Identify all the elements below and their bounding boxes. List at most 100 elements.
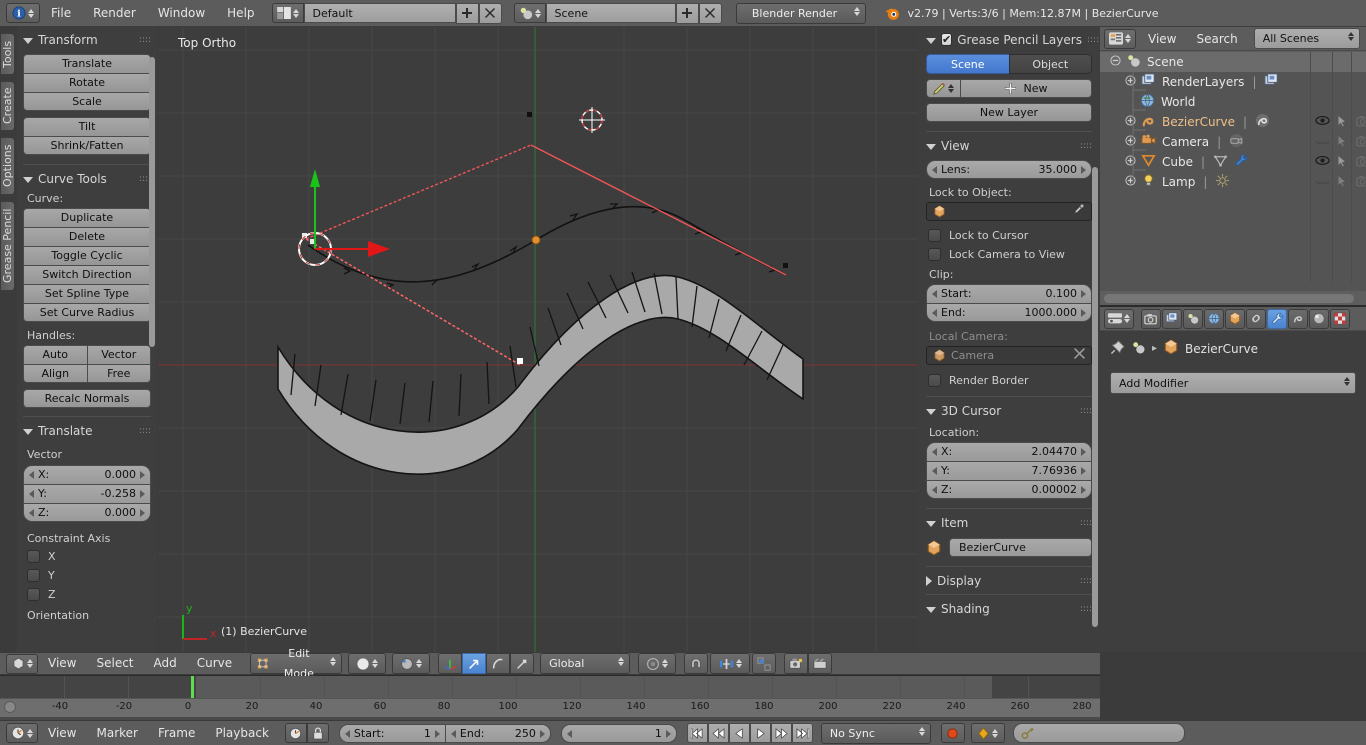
interaction-mode-selector[interactable]: Edit Mode [250, 647, 343, 680]
start-frame-field[interactable]: Start: 1 [338, 723, 445, 743]
gp-tab-object[interactable]: Object [1008, 54, 1092, 74]
panel-header-translate-operator[interactable]: Translate :::: [23, 422, 151, 439]
properties-tab-object[interactable] [1225, 308, 1245, 329]
add-screen-button[interactable] [455, 2, 479, 24]
translate-z-field[interactable]: Z: 0.000 [23, 503, 151, 522]
sync-mode-selector[interactable]: No Sync [820, 722, 931, 744]
handle-vector-button[interactable]: Vector [86, 345, 151, 364]
outliner-row-camera[interactable]: Camera | [1100, 132, 1366, 152]
restrict-view-cube[interactable] [1315, 154, 1330, 170]
cursor-y-field[interactable]: Y: 7.76936 [926, 461, 1092, 480]
cursor-x-field[interactable]: X: 2.04470 [926, 442, 1092, 461]
expand-icon[interactable] [1125, 75, 1136, 89]
timeline-menu-playback[interactable]: Playback [205, 722, 279, 745]
renderlayers-data-icon[interactable] [1264, 73, 1279, 91]
keyframe-type-selector[interactable] [970, 723, 1005, 743]
scene-icon[interactable] [513, 3, 546, 23]
set-spline-type-button[interactable]: Set Spline Type [23, 284, 151, 303]
expand-icon[interactable] [1125, 135, 1136, 149]
properties-tab-modifiers[interactable] [1267, 308, 1287, 329]
restrict-render-cube[interactable] [1356, 155, 1366, 170]
menu-help[interactable]: Help [216, 0, 265, 26]
recalc-normals-button[interactable]: Recalc Normals [23, 389, 151, 408]
outliner-row-beziercurve[interactable]: BezierCurve | [1100, 112, 1366, 132]
pencil-icon[interactable] [926, 79, 960, 98]
snap-target-icon[interactable] [752, 653, 777, 674]
3d-viewport[interactable]: y x Top Ortho (1) BezierCurve [158, 27, 918, 652]
screen-layout-icon[interactable] [271, 3, 304, 23]
scale-button[interactable]: Scale [23, 92, 151, 111]
collapse-icon[interactable] [1110, 55, 1121, 69]
expand-icon[interactable] [1125, 155, 1136, 169]
scale-manipulator-icon[interactable] [510, 653, 535, 674]
panel-header-3d-cursor[interactable]: 3D Cursor :::: [926, 402, 1092, 419]
editor-type-selector-properties[interactable] [1104, 308, 1134, 329]
editor-type-selector-info[interactable]: i [6, 3, 40, 23]
editor-type-selector-timeline[interactable] [6, 723, 38, 743]
editor-type-selector-3dview[interactable] [6, 653, 38, 674]
panel-header-view[interactable]: View :::: [926, 137, 1092, 154]
select-menu[interactable]: Select [86, 653, 143, 674]
cursor-z-field[interactable]: Z: 0.00002 [926, 480, 1092, 499]
render-engine-selector[interactable]: Blender Render [735, 2, 866, 24]
constraint-axis-z[interactable]: Z [27, 588, 151, 601]
properties-tab-render[interactable] [1141, 308, 1161, 329]
checkbox-icon[interactable] [27, 588, 40, 601]
outliner-row-scene[interactable]: Scene [1100, 52, 1366, 72]
translate-x-field[interactable]: X: 0.000 [23, 465, 151, 484]
constraint-axis-y[interactable]: Y [27, 569, 151, 582]
menu-file[interactable]: File [40, 0, 82, 26]
panel-header-display[interactable]: Display :::: [926, 572, 1092, 589]
panel-header-shading[interactable]: Shading :::: [926, 600, 1092, 617]
new-grease-pencil-button[interactable]: New [960, 79, 1092, 98]
current-frame-field[interactable]: 1 [560, 723, 677, 743]
jump-to-end-button[interactable] [791, 723, 813, 743]
lock-to-object-field[interactable] [926, 202, 1092, 221]
outliner-row-renderlayers[interactable]: RenderLayers | [1100, 72, 1366, 92]
checkbox-icon[interactable] [27, 569, 40, 582]
outliner-row-cube[interactable]: Cube | [1100, 152, 1366, 172]
set-curve-radius-button[interactable]: Set Curve Radius [23, 303, 151, 322]
restrict-view-lamp[interactable] [1315, 174, 1330, 190]
delete-screen-button[interactable] [478, 2, 502, 24]
rotate-button[interactable]: Rotate [23, 73, 151, 92]
render-animation-icon[interactable] [808, 653, 833, 674]
render-image-icon[interactable] [784, 653, 809, 674]
outliner-display-mode[interactable]: All Scenes [1253, 28, 1360, 49]
auto-key-icon[interactable] [284, 723, 307, 743]
duplicate-button[interactable]: Duplicate [23, 208, 151, 227]
n-panel-scrollbar[interactable] [1092, 167, 1098, 627]
timeline-scroll-handle[interactable] [4, 701, 16, 713]
panel-header-grease-pencil[interactable]: Grease Pencil Layers :::: [926, 31, 1099, 48]
properties-tab-scene[interactable] [1183, 308, 1203, 329]
expand-icon[interactable] [1125, 175, 1136, 189]
translate-manipulator-icon[interactable] [462, 653, 487, 674]
outliner-menu-view[interactable]: View [1140, 28, 1184, 50]
handle-align-button[interactable]: Align [23, 364, 87, 383]
handle-auto-button[interactable]: Auto [23, 345, 87, 364]
switch-direction-button[interactable]: Switch Direction [23, 265, 151, 284]
editor-type-selector-outliner[interactable] [1104, 28, 1136, 49]
restrict-select-beziercurve[interactable] [1337, 113, 1349, 131]
restrict-view-camera[interactable] [1315, 134, 1330, 150]
viewport-shading-selector[interactable] [348, 653, 387, 674]
restrict-select-camera[interactable] [1337, 133, 1349, 151]
outliner-horizontal-scrollbar[interactable] [1104, 294, 1354, 303]
timeline-menu-view[interactable]: View [38, 722, 86, 745]
breadcrumb-scene-icon[interactable] [1131, 340, 1146, 358]
view-menu[interactable]: View [38, 653, 86, 674]
next-keyframe-button[interactable] [770, 723, 792, 743]
item-name-field[interactable]: BezierCurve [949, 538, 1092, 557]
menu-window[interactable]: Window [147, 0, 216, 26]
toggle-cyclic-button[interactable]: Toggle Cyclic [23, 246, 151, 265]
timeline-ruler[interactable]: -40 -20 0 20 40 60 80 100 120 140 160 18… [0, 698, 1100, 717]
manipulator-toggle-icon[interactable] [438, 653, 463, 674]
restrict-render-camera[interactable] [1356, 135, 1366, 150]
play-reverse-button[interactable] [728, 723, 750, 743]
end-frame-field[interactable]: End: 250 [444, 723, 551, 743]
checkbox-icon[interactable] [27, 550, 40, 563]
expand-icon[interactable] [1125, 115, 1136, 129]
camera-data-icon[interactable] [1229, 133, 1244, 151]
tab-create[interactable]: Create [1, 81, 15, 131]
play-button[interactable] [749, 723, 771, 743]
